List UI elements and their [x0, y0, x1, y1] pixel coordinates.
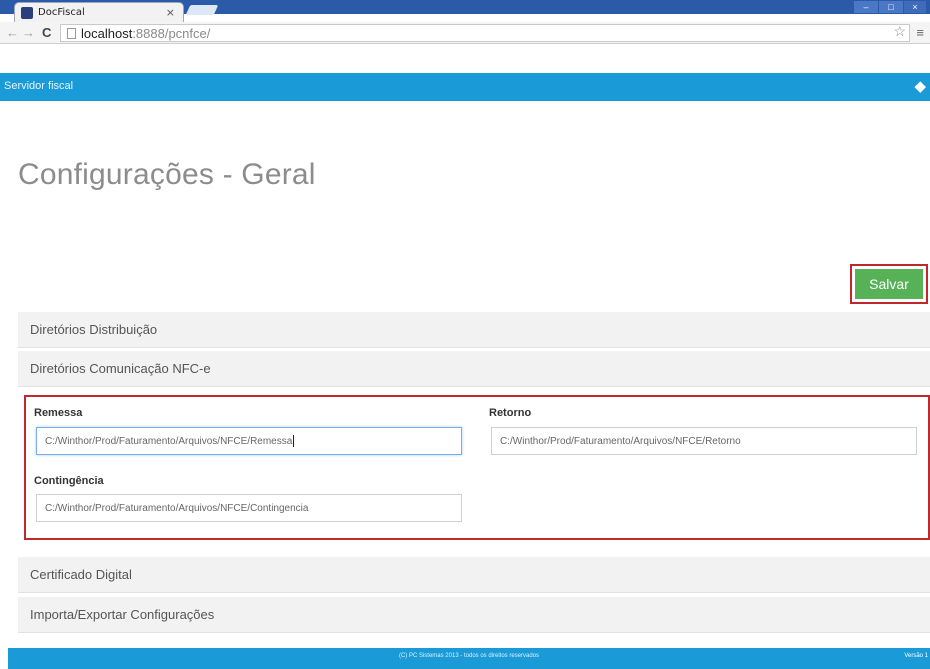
favicon-icon: [21, 6, 33, 19]
footer-copyright: (C) PC Sistemas 2013 - todos os direitos…: [398, 653, 540, 659]
new-tab-button[interactable]: [185, 5, 219, 15]
accordion-diretorios-distribuicao[interactable]: Diretórios Distribuição: [18, 312, 930, 348]
accordion-diretorios-comunicacao[interactable]: Diretórios Comunicação NFC-e: [18, 351, 930, 387]
forward-arrow-icon[interactable]: →: [22, 25, 35, 40]
maximize-icon[interactable]: □: [879, 1, 903, 13]
back-arrow-icon[interactable]: ←: [6, 25, 19, 40]
close-window-icon[interactable]: ×: [904, 1, 926, 13]
bookmark-star-icon[interactable]: ☆: [893, 23, 906, 40]
accordion-importar-exportar[interactable]: Importa/Exportar Configurações: [18, 597, 930, 633]
arrow-left-icon[interactable]: ◆: [914, 77, 926, 95]
url-host: localhost: [81, 25, 133, 41]
minimize-icon[interactable]: –: [854, 1, 878, 13]
page-icon: [67, 27, 76, 39]
contingencia-label: Contingência: [34, 475, 104, 487]
app-title[interactable]: Servidor fiscal: [4, 80, 73, 92]
app-header: Servidor fiscal ◆: [0, 73, 930, 101]
page-title: Configurações - Geral: [18, 158, 316, 191]
retorno-value: C:/Winthor/Prod/Faturamento/Arquivos/NFC…: [500, 435, 741, 447]
tab-title: DocFiscal: [38, 7, 85, 18]
accordion-certificado-digital[interactable]: Certificado Digital: [18, 557, 930, 593]
comunicacao-panel-body: Remessa C:/Winthor/Prod/Faturamento/Arqu…: [24, 395, 930, 540]
retorno-label: Retorno: [489, 407, 532, 419]
save-button[interactable]: Salvar: [855, 269, 923, 299]
save-highlight: Salvar: [850, 264, 928, 304]
contingencia-value: C:/Winthor/Prod/Faturamento/Arquivos/NFC…: [45, 502, 309, 514]
app-footer: (C) PC Sistemas 2013 - todos os direitos…: [8, 648, 930, 669]
remessa-input[interactable]: C:/Winthor/Prod/Faturamento/Arquivos/NFC…: [36, 427, 462, 455]
browser-tab[interactable]: DocFiscal ×: [14, 2, 184, 22]
reload-icon[interactable]: C: [42, 25, 51, 40]
url-path: :8888/pcnfce/: [132, 25, 211, 41]
address-bar[interactable]: localhost:8888/pcnfce/: [60, 24, 910, 42]
contingencia-input[interactable]: C:/Winthor/Prod/Faturamento/Arquivos/NFC…: [36, 494, 462, 522]
window-controls: – □ ×: [854, 1, 926, 13]
remessa-value: C:/Winthor/Prod/Faturamento/Arquivos/NFC…: [45, 435, 293, 447]
browser-toolbar: ← → C localhost:8888/pcnfce/ ☆ ≡: [0, 22, 930, 44]
browser-menu-icon[interactable]: ≡: [916, 25, 924, 40]
text-caret: [293, 435, 295, 447]
retorno-input[interactable]: C:/Winthor/Prod/Faturamento/Arquivos/NFC…: [491, 427, 917, 455]
remessa-label: Remessa: [34, 407, 83, 419]
footer-version: Versão 1: [904, 653, 928, 659]
tab-close-icon[interactable]: ×: [166, 6, 175, 19]
